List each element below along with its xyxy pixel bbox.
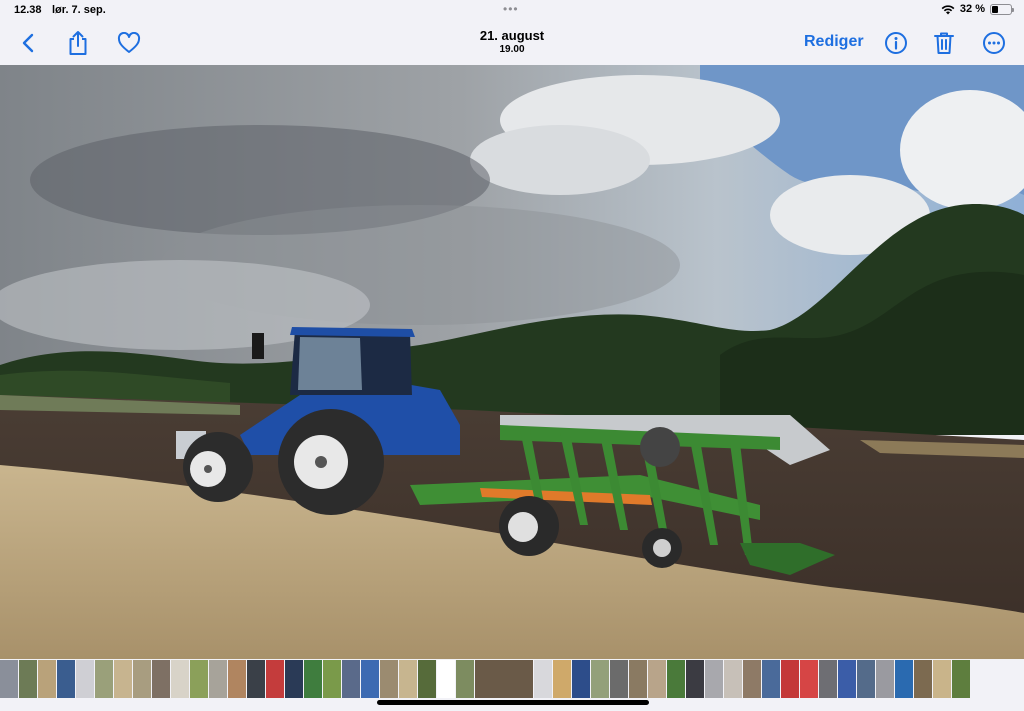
status-date: lør. 7. sep. xyxy=(52,4,106,16)
thumbnail[interactable] xyxy=(686,660,704,698)
thumbnail[interactable] xyxy=(952,660,970,698)
thumbnail[interactable] xyxy=(228,660,246,698)
status-right: 32 % xyxy=(941,3,1014,15)
photo-view[interactable] xyxy=(0,65,1024,659)
thumbnail[interactable] xyxy=(38,660,56,698)
thumbnail[interactable] xyxy=(247,660,265,698)
thumbnail[interactable] xyxy=(838,660,856,698)
thumbnail[interactable] xyxy=(667,660,685,698)
thumbnail[interactable] xyxy=(705,660,723,698)
thumbnail[interactable] xyxy=(456,660,474,698)
thumbnail[interactable] xyxy=(629,660,647,698)
thumbnail[interactable] xyxy=(304,660,322,698)
thumbnail[interactable] xyxy=(361,660,379,698)
thumbnail[interactable] xyxy=(857,660,875,698)
info-button[interactable] xyxy=(880,27,912,59)
battery-icon xyxy=(990,3,1014,15)
thumbnail[interactable] xyxy=(209,660,227,698)
thumbnail[interactable] xyxy=(152,660,170,698)
trash-icon xyxy=(934,32,954,54)
photo-date-title: 21. august xyxy=(479,28,545,43)
info-icon xyxy=(885,32,907,54)
photo-tractor-plough-image xyxy=(0,65,1024,659)
thumbnail[interactable] xyxy=(762,660,780,698)
thumbnail[interactable] xyxy=(76,660,94,698)
thumbnail[interactable] xyxy=(399,660,417,698)
thumbnail[interactable] xyxy=(171,660,189,698)
thumbnail[interactable] xyxy=(553,660,571,698)
thumbnail[interactable] xyxy=(800,660,818,698)
thumbnail[interactable] xyxy=(0,660,18,698)
status-bar: 12.38 lør. 7. sep. ••• 32 % xyxy=(0,0,1024,22)
wifi-icon xyxy=(941,4,955,14)
thumbnail[interactable] xyxy=(380,660,398,698)
thumbnail[interactable] xyxy=(933,660,951,698)
battery-percent: 32 % xyxy=(959,3,985,15)
thumbnail[interactable] xyxy=(266,660,284,698)
thumbnail[interactable] xyxy=(95,660,113,698)
thumbnail[interactable] xyxy=(285,660,303,698)
thumbnail[interactable] xyxy=(591,660,609,698)
thumbnail[interactable] xyxy=(876,660,894,698)
battery-fill xyxy=(992,5,998,13)
thumbnail[interactable] xyxy=(743,660,761,698)
thumbnail[interactable] xyxy=(648,660,666,698)
thumbnail[interactable] xyxy=(781,660,799,698)
status-time: 12.38 xyxy=(14,4,42,16)
thumbnail[interactable] xyxy=(19,660,37,698)
delete-button[interactable] xyxy=(928,27,960,59)
thumbnail[interactable] xyxy=(418,660,436,698)
home-indicator[interactable] xyxy=(377,700,649,705)
thumbnail[interactable] xyxy=(572,660,590,698)
more-icon xyxy=(983,32,1005,54)
edit-button[interactable]: Rediger xyxy=(804,33,864,51)
nav-bar: 21. august 19.00 Rediger xyxy=(0,22,1024,64)
thumbnail[interactable] xyxy=(342,660,360,698)
thumbnail[interactable] xyxy=(57,660,75,698)
thumbnail-strip[interactable] xyxy=(0,660,1024,698)
thumbnail[interactable] xyxy=(114,660,132,698)
thumbnail[interactable] xyxy=(610,660,628,698)
photos-app: 12.38 lør. 7. sep. ••• 32 % 21. august 1… xyxy=(0,0,1024,711)
thumbnail[interactable] xyxy=(437,660,455,698)
thumbnail[interactable] xyxy=(895,660,913,698)
photo-time-subtitle: 19.00 xyxy=(499,44,525,55)
thumbnail[interactable] xyxy=(534,660,552,698)
thumbnail[interactable] xyxy=(190,660,208,698)
thumbnail-selected[interactable] xyxy=(475,660,533,698)
thumbnail[interactable] xyxy=(819,660,837,698)
more-button[interactable] xyxy=(978,27,1010,59)
thumbnail[interactable] xyxy=(724,660,742,698)
thumbnail[interactable] xyxy=(914,660,932,698)
multitask-dots[interactable]: ••• xyxy=(503,2,519,16)
thumbnail[interactable] xyxy=(323,660,341,698)
thumbnail[interactable] xyxy=(133,660,151,698)
